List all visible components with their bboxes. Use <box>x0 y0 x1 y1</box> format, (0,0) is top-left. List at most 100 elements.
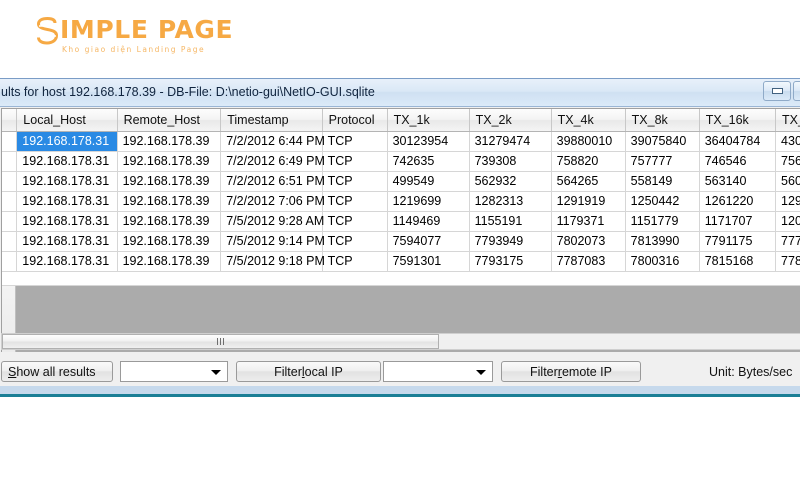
table-cell[interactable]: 7591301 <box>387 251 470 272</box>
window-titlebar[interactable]: ults for host 192.168.178.39 - DB-File: … <box>0 79 800 107</box>
table-cell[interactable]: 7815168 <box>699 251 777 272</box>
table-cell[interactable]: 7793175 <box>469 251 552 272</box>
scrollbar-thumb[interactable] <box>2 334 439 349</box>
table-row[interactable]: 192.168.178.31 192.168.178.39 7/5/2012 9:1… <box>2 251 800 272</box>
table-cell[interactable]: 1204509 <box>775 211 800 232</box>
maximize-button[interactable] <box>793 81 800 101</box>
table-cell[interactable]: 1171707 <box>699 211 777 232</box>
table-cell[interactable]: 192.168.178.31 <box>16 151 118 172</box>
show-all-results-button[interactable]: Show all results <box>1 361 113 382</box>
table-cell[interactable]: 499549 <box>387 171 470 192</box>
table-cell[interactable]: 562932 <box>469 171 552 192</box>
table-cell[interactable]: 1261220 <box>699 191 777 212</box>
column-header-tx-4k[interactable]: TX_4k <box>551 109 626 132</box>
table-row[interactable]: 192.168.178.31 192.168.178.39 7/2/2012 6:4… <box>2 151 800 172</box>
table-row[interactable]: 192.168.178.31 192.168.178.39 7/5/2012 9:2… <box>2 211 800 232</box>
table-cell[interactable]: 1151779 <box>625 211 700 232</box>
table-cell[interactable]: 7789281 <box>775 251 800 272</box>
table-cell[interactable]: 192.168.178.39 <box>117 151 222 172</box>
table-cell[interactable]: 7/2/2012 6:44 PM <box>220 131 325 152</box>
results-table-region[interactable]: Local_Host Remote_Host Timestamp Protoco… <box>1 108 800 357</box>
minimize-button[interactable] <box>763 81 791 101</box>
local-ip-combobox[interactable] <box>120 361 228 382</box>
table-cell[interactable]: 39075840 <box>625 131 700 152</box>
table-cell[interactable]: 192.168.178.31 <box>16 191 118 212</box>
table-cell[interactable]: 192.168.178.31 <box>16 171 118 192</box>
row-header-cell[interactable] <box>2 251 18 272</box>
table-cell[interactable]: 558149 <box>625 171 700 192</box>
table-cell[interactable]: 7787083 <box>551 251 626 272</box>
table-cell[interactable]: 1149469 <box>387 211 470 232</box>
table-cell[interactable]: 7813990 <box>625 231 700 252</box>
table-cell[interactable]: 192.168.178.31 <box>16 231 118 252</box>
table-cell[interactable]: 1179371 <box>551 211 626 232</box>
table-cell[interactable]: 7/5/2012 9:18 PM <box>220 251 325 272</box>
table-cell[interactable]: 1219699 <box>387 191 470 212</box>
remote-ip-combobox[interactable] <box>383 361 493 382</box>
table-cell[interactable]: 7779630 <box>775 231 800 252</box>
table-cell[interactable]: 756481 <box>775 151 800 172</box>
table-cell[interactable]: 192.168.178.39 <box>117 231 222 252</box>
column-header-tx-8k[interactable]: TX_8k <box>625 109 700 132</box>
table-cell[interactable]: 31279474 <box>469 131 552 152</box>
table-cell[interactable]: 1291919 <box>551 191 626 212</box>
table-cell[interactable]: 192.168.178.31 <box>16 131 118 152</box>
table-horizontal-scrollbar[interactable] <box>1 333 800 350</box>
filter-local-ip-button[interactable]: Filter l ocal IP <box>236 361 381 382</box>
table-cell[interactable]: 746546 <box>699 151 777 172</box>
table-cell[interactable]: 7791175 <box>699 231 777 252</box>
table-cell[interactable]: 1282313 <box>469 191 552 212</box>
table-cell[interactable]: 7800316 <box>625 251 700 272</box>
table-cell[interactable]: TCP <box>322 151 388 172</box>
table-cell[interactable]: 7/5/2012 9:14 PM <box>220 231 325 252</box>
table-cell[interactable]: TCP <box>322 251 388 272</box>
table-row[interactable]: 192.168.178.31 192.168.178.39 7/5/2012 9:1… <box>2 231 800 252</box>
table-cell[interactable]: 192.168.178.31 <box>16 211 118 232</box>
table-cell[interactable]: 1155191 <box>469 211 552 232</box>
table-cell[interactable]: 1291144 <box>775 191 800 212</box>
table-cell[interactable]: 758820 <box>551 151 626 172</box>
table-cell[interactable]: 7/5/2012 9:28 AM <box>220 211 324 232</box>
table-cell[interactable]: 192.168.178.39 <box>117 211 222 232</box>
table-cell[interactable]: 39880010 <box>551 131 626 152</box>
column-header-tx-16k[interactable]: TX_16k <box>699 109 777 132</box>
table-cell[interactable]: TCP <box>322 211 388 232</box>
table-cell[interactable]: 192.168.178.31 <box>16 251 118 272</box>
table-cell[interactable]: 560024 <box>775 171 800 192</box>
table-cell[interactable]: 7802073 <box>551 231 626 252</box>
table-cell[interactable]: 7/2/2012 6:51 PM <box>220 171 325 192</box>
row-header-cell[interactable] <box>2 171 18 192</box>
table-cell[interactable]: 563140 <box>699 171 777 192</box>
table-cell[interactable]: 192.168.178.39 <box>117 131 222 152</box>
column-header-remote-host[interactable]: Remote_Host <box>117 109 222 132</box>
table-cell[interactable]: 757777 <box>625 151 700 172</box>
row-header-cell[interactable] <box>2 131 18 152</box>
table-row[interactable]: 192.168.178.31 192.168.178.39 7/2/2012 7:0… <box>2 191 800 212</box>
table-cell[interactable]: 43097974 <box>775 131 800 152</box>
table-cell[interactable]: TCP <box>322 171 388 192</box>
table-cell[interactable]: TCP <box>322 231 388 252</box>
table-cell[interactable]: 7/2/2012 7:06 PM <box>220 191 325 212</box>
table-cell[interactable]: 7594077 <box>387 231 470 252</box>
table-cell[interactable]: TCP <box>322 191 388 212</box>
table-cell[interactable]: 192.168.178.39 <box>117 171 222 192</box>
table-cell[interactable]: 7793949 <box>469 231 552 252</box>
table-cell[interactable]: 192.168.178.39 <box>117 251 222 272</box>
table-cell[interactable]: 36404784 <box>699 131 777 152</box>
table-cell[interactable]: TCP <box>322 131 388 152</box>
table-cell[interactable]: 7/2/2012 6:49 PM <box>220 151 325 172</box>
column-header-tx-2k[interactable]: TX_2k <box>469 109 552 132</box>
row-header-cell[interactable] <box>2 151 18 172</box>
table-cell[interactable]: 30123954 <box>387 131 470 152</box>
column-header-tx-1k[interactable]: TX_1k <box>387 109 470 132</box>
table-cell[interactable]: 192.168.178.39 <box>117 191 222 212</box>
table-cell[interactable]: 564265 <box>551 171 626 192</box>
table-row[interactable]: 192.168.178.31 192.168.178.39 7/2/2012 6:5… <box>2 171 800 192</box>
column-header-timestamp[interactable]: Timestamp <box>220 109 323 132</box>
table-cell[interactable]: 739308 <box>469 151 552 172</box>
table-cell[interactable]: 742635 <box>387 151 470 172</box>
column-header-protocol[interactable]: Protocol <box>322 109 388 132</box>
row-header-cell[interactable] <box>2 211 18 232</box>
column-header-tx-32k[interactable]: TX_32k <box>775 109 800 132</box>
table-cell[interactable]: 1250442 <box>625 191 700 212</box>
